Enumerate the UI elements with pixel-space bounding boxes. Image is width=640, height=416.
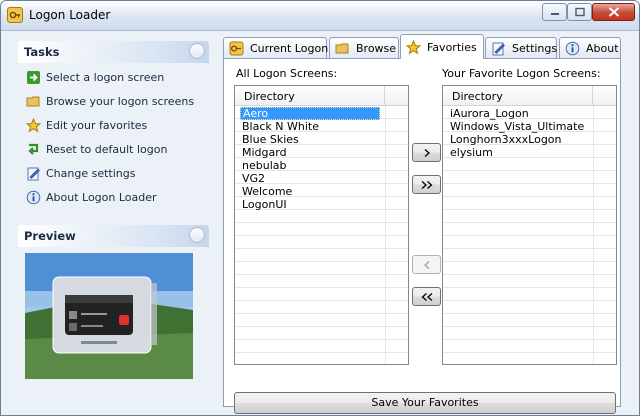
- list-item[interactable]: Aero: [240, 107, 380, 120]
- list-item[interactable]: Blue Skies: [240, 133, 382, 146]
- task-about[interactable]: About Logon Loader: [26, 189, 211, 207]
- list-item[interactable]: elysium: [448, 146, 590, 159]
- column-header-filler: [593, 86, 616, 106]
- remove-favorite-button[interactable]: [412, 255, 441, 274]
- task-edit-favorites[interactable]: Edit your favorites: [26, 117, 211, 135]
- settings-icon: [27, 167, 40, 181]
- double-chevron-right-icon: [421, 180, 432, 189]
- favorites-tab-panel: All Logon Screens: Your Favorite Logon S…: [223, 58, 621, 414]
- favorite-logons-caption: Your Favorite Logon Screens:: [442, 67, 601, 80]
- task-change-settings[interactable]: Change settings: [26, 165, 211, 183]
- preview-thumbnail: [25, 253, 193, 379]
- task-label: Change settings: [46, 167, 136, 180]
- tab-label: Current Logon: [250, 42, 329, 55]
- chevron-left-icon: [423, 260, 429, 269]
- folder-icon: [335, 43, 349, 54]
- tab-settings[interactable]: Settings: [485, 37, 557, 58]
- info-icon: [565, 41, 580, 56]
- settings-icon: [492, 42, 505, 56]
- list-item[interactable]: Welcome: [240, 185, 382, 198]
- app-window: Logon Loader Tasks Select a logon screen…: [0, 0, 640, 416]
- column-header-label: Directory: [244, 90, 295, 103]
- directory-column-header[interactable]: Directory: [235, 86, 385, 106]
- star-icon: [406, 40, 421, 55]
- tab-label: Browse: [356, 42, 397, 55]
- tab-label: Settings: [512, 42, 558, 55]
- directory-column-header[interactable]: Directory: [443, 86, 593, 106]
- key-icon: [229, 41, 244, 56]
- reset-arrow-icon: [28, 143, 39, 155]
- collapse-icon[interactable]: [189, 43, 205, 59]
- tab-current-logon[interactable]: Current Logon: [223, 37, 329, 58]
- preview-heading: Preview: [24, 229, 76, 243]
- task-label: Select a logon screen: [46, 71, 165, 84]
- title-bar[interactable]: Logon Loader: [1, 1, 639, 31]
- maximize-icon: [574, 7, 585, 17]
- minimize-icon: [550, 13, 559, 15]
- minimize-button[interactable]: [542, 3, 567, 21]
- remove-all-favorites-button[interactable]: [412, 287, 441, 306]
- list-item[interactable]: VG2: [240, 172, 382, 185]
- info-icon: [26, 190, 41, 205]
- task-label: Browse your logon screens: [46, 95, 195, 108]
- list-item[interactable]: Windows_Vista_Ultimate: [448, 120, 590, 133]
- chevron-right-icon: [424, 148, 430, 157]
- task-select-logon[interactable]: Select a logon screen: [26, 69, 211, 87]
- list-column-divider: [593, 106, 594, 364]
- all-logons-list[interactable]: Directory Aero Black N White Blue Skies Mid…: [234, 85, 409, 365]
- logon-preview-image: [25, 253, 193, 379]
- task-browse-logons[interactable]: Browse your logon screens: [26, 93, 211, 111]
- list-item[interactable]: Black N White: [240, 120, 382, 133]
- list-item[interactable]: Midgard: [240, 146, 382, 159]
- add-all-favorites-button[interactable]: [412, 175, 441, 194]
- save-favorites-button[interactable]: Save Your Favorites: [234, 392, 616, 414]
- tab-browse[interactable]: Browse: [329, 37, 399, 58]
- window-title: Logon Loader: [29, 8, 111, 22]
- task-reset-default[interactable]: Reset to default logon: [26, 141, 211, 159]
- maximize-button[interactable]: [567, 3, 592, 21]
- add-favorite-button[interactable]: [412, 143, 441, 162]
- tasks-panel-header[interactable]: Tasks: [18, 41, 209, 63]
- folder-icon: [26, 96, 40, 107]
- main-content: Current Logon Browse Favorties Settings …: [223, 34, 631, 414]
- close-button[interactable]: [592, 3, 635, 21]
- list-item[interactable]: nebulab: [240, 159, 382, 172]
- key-icon: [7, 7, 23, 23]
- close-icon: [608, 7, 619, 17]
- preview-panel-header[interactable]: Preview: [18, 225, 209, 247]
- column-header-filler: [385, 86, 408, 106]
- tab-about[interactable]: About: [559, 37, 621, 58]
- list-item[interactable]: LogonUI: [240, 198, 382, 211]
- tab-label: Favorties: [427, 41, 477, 54]
- star-icon: [26, 118, 41, 133]
- task-label: About Logon Loader: [46, 191, 157, 204]
- list-item[interactable]: iAurora_Logon: [448, 107, 590, 120]
- tab-label: About: [586, 42, 619, 55]
- tasks-heading: Tasks: [24, 45, 60, 59]
- collapse-icon[interactable]: [189, 227, 205, 243]
- all-logons-caption: All Logon Screens:: [236, 67, 338, 80]
- double-chevron-left-icon: [421, 292, 432, 301]
- list-item[interactable]: Longhorn3xxxLogon: [448, 133, 590, 146]
- tab-favorites[interactable]: Favorties: [400, 34, 484, 59]
- green-arrow-icon: [27, 71, 40, 84]
- list-column-divider: [385, 106, 386, 364]
- task-label: Edit your favorites: [46, 119, 148, 132]
- column-header-label: Directory: [452, 90, 503, 103]
- task-label: Reset to default logon: [46, 143, 168, 156]
- favorite-logons-list[interactable]: Directory iAurora_Logon Windows_Vista_Ult…: [442, 85, 617, 365]
